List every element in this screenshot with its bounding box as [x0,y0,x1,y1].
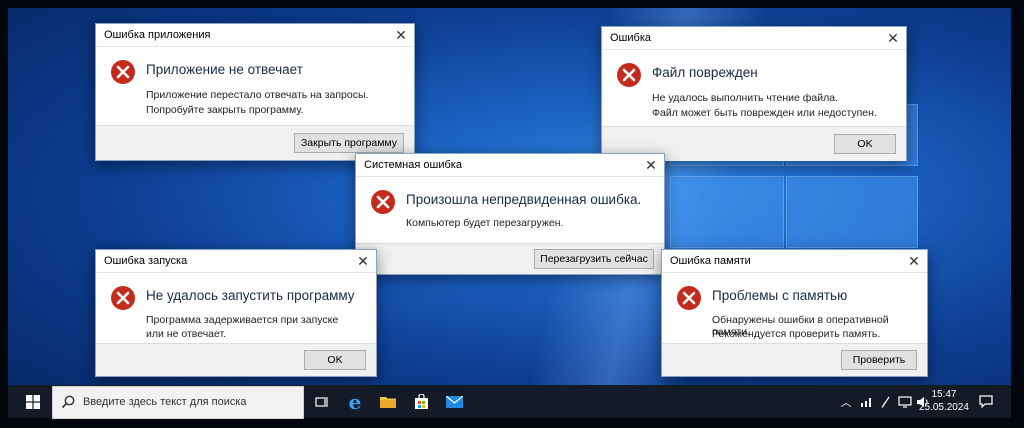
dialog-memory-error: Ошибка памяти ✕ Проблемы с памятью Обнар… [661,249,928,377]
dialog-app-error: Ошибка приложения ✕ Приложение не отвеча… [95,23,415,161]
dialog-heading: Не удалось запустить программу [146,288,355,303]
titlebar: Системная ошибка ✕ [356,154,664,177]
store-icon[interactable] [407,385,435,418]
close-icon[interactable]: ✕ [392,26,410,44]
dialog-footer: Перезагрузить сейчас [356,243,664,274]
dialog-heading: Файл поврежден [652,65,758,80]
dialog-title: Ошибка [610,32,651,44]
task-view-icon[interactable] [308,385,336,418]
error-icon [111,286,135,310]
dialog-title: Ошибка памяти [670,255,751,267]
error-icon [111,60,135,84]
search-placeholder: Введите здесь текст для поиска [83,396,247,408]
close-icon[interactable]: ✕ [884,29,902,47]
dialog-body: Произошла непредвиденная ошибка. Компьют… [356,177,664,243]
pen-icon[interactable] [878,385,894,418]
clock-time: 15:47 [931,389,957,400]
search-input[interactable]: Введите здесь текст для поиска [52,386,304,419]
dialog-message-line: Не удалось выполнить чтение файла. [652,92,838,104]
ok-button[interactable]: OK [304,350,366,370]
error-icon [371,190,395,214]
dialog-heading: Проблемы с памятью [712,288,848,303]
dialog-system-error: Системная ошибка ✕ Произошла непредвиден… [355,153,665,275]
dialog-message-line: Компьютер будет перезагружен. [406,217,564,229]
dialog-launch-error: Ошибка запуска ✕ Не удалось запустить пр… [95,249,377,377]
system-clock[interactable]: 15:47 25.05.2024 [919,388,969,414]
wallpaper-pane [786,176,918,248]
clock-date: 25.05.2024 [918,402,969,413]
edge-icon[interactable]: e [341,385,369,418]
dialog-footer: OK [96,343,376,376]
dialog-message-line: Приложение перестало отвечать на запросы… [146,89,369,101]
error-icon [617,63,641,87]
wallpaper-pane [670,176,784,248]
titlebar: Ошибка запуска ✕ [96,250,376,273]
notification-icon[interactable] [971,385,1001,418]
chevron-up-icon[interactable]: ︿ [838,385,854,418]
dialog-title: Системная ошибка [364,159,462,171]
titlebar: Ошибка приложения ✕ [96,24,414,47]
check-memory-button[interactable]: Проверить [841,350,917,370]
close-icon[interactable]: ✕ [905,252,923,270]
dialog-body: Файл поврежден Не удалось выполнить чтен… [602,50,906,126]
close-icon[interactable]: ✕ [642,156,660,174]
dialog-title: Ошибка запуска [104,255,188,267]
taskbar: Введите здесь текст для поиска e ︿ 15:47… [8,385,1011,419]
error-icon [677,286,701,310]
titlebar: Ошибка ✕ [602,27,906,50]
ok-button[interactable]: OK [834,134,896,154]
close-icon[interactable]: ✕ [354,252,372,270]
dialog-footer: Проверить [662,343,927,376]
file-explorer-icon[interactable] [374,385,402,418]
dialog-heading: Приложение не отвечает [146,62,303,77]
dialog-message-line: или не отвечает. [146,328,227,340]
dialog-body: Не удалось запустить программу Программа… [96,273,376,343]
windows-start-icon[interactable] [16,385,50,418]
mail-icon[interactable] [440,385,468,418]
restart-now-button[interactable]: Перезагрузить сейчас [534,249,654,269]
dialog-message-line: Рекомендуется проверить память. [712,328,881,340]
close-program-button[interactable]: Закрыть программу [294,133,404,153]
dialog-message-line: Попробуйте закрыть программу. [146,104,304,116]
network-icon[interactable] [858,385,876,418]
dialog-body: Приложение не отвечает Приложение перест… [96,47,414,125]
dialog-title: Ошибка приложения [104,29,211,41]
titlebar: Ошибка памяти ✕ [662,250,927,273]
search-icon [61,395,75,409]
dialog-file-error: Ошибка ✕ Файл поврежден Не удалось выпол… [601,26,907,161]
display-icon[interactable] [896,385,914,418]
dialog-message-line: Файл может быть поврежден или недоступен… [652,107,877,119]
dialog-message-line: Программа задерживается при запуске [146,314,339,326]
dialog-heading: Произошла непредвиденная ошибка. [406,192,642,207]
dialog-body: Проблемы с памятью Обнаружены ошибки в о… [662,273,927,343]
